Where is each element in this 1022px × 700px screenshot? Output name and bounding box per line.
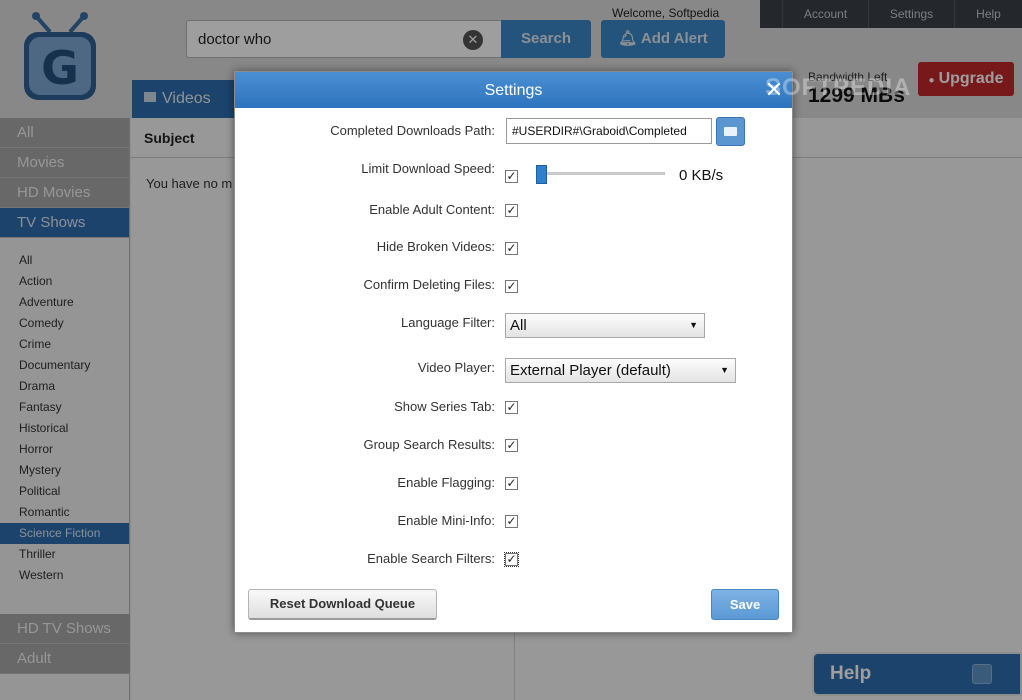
- adult-content-label: Enable Adult Content:: [369, 202, 495, 217]
- speed-slider-track[interactable]: [538, 172, 665, 175]
- mini-info-label: Enable Mini-Info:: [397, 513, 495, 528]
- chevron-down-icon: ▼: [720, 365, 729, 375]
- limit-speed-label: Limit Download Speed:: [361, 161, 495, 176]
- limit-speed-checkbox[interactable]: ✓: [505, 170, 518, 183]
- completed-path-input[interactable]: #USERDIR#\Graboid\Completed: [506, 118, 712, 144]
- watermark: SOFTPEDIA: [765, 74, 912, 101]
- close-icon[interactable]: ✕: [764, 79, 784, 101]
- search-filters-checkbox[interactable]: ✓: [504, 552, 519, 567]
- settings-dialog: Settings SOFTPEDIA ✕ Completed Downloads…: [234, 71, 910, 633]
- language-filter-label: Language Filter:: [401, 315, 495, 330]
- save-button[interactable]: Save: [711, 589, 779, 620]
- reset-download-queue-button[interactable]: Reset Download Queue: [248, 589, 437, 620]
- group-results-label: Group Search Results:: [363, 437, 495, 452]
- flagging-label: Enable Flagging:: [397, 475, 495, 490]
- confirm-delete-checkbox[interactable]: ✓: [505, 280, 518, 293]
- folder-icon: [724, 127, 737, 136]
- speed-slider-handle[interactable]: [536, 165, 547, 184]
- adult-content-checkbox[interactable]: ✓: [505, 204, 518, 217]
- video-player-select[interactable]: External Player (default) ▼: [505, 358, 736, 383]
- search-filters-label: Enable Search Filters:: [367, 551, 495, 566]
- series-tab-label: Show Series Tab:: [394, 399, 495, 414]
- hide-broken-label: Hide Broken Videos:: [376, 239, 495, 254]
- group-results-checkbox[interactable]: ✓: [505, 439, 518, 452]
- hide-broken-checkbox[interactable]: ✓: [505, 242, 518, 255]
- chevron-down-icon: ▼: [689, 320, 698, 330]
- language-filter-select[interactable]: All ▼: [505, 313, 705, 338]
- completed-path-label: Completed Downloads Path:: [330, 123, 495, 138]
- video-player-label: Video Player:: [417, 360, 495, 375]
- speed-value: 0 KB/s: [679, 167, 724, 184]
- flagging-checkbox[interactable]: ✓: [505, 477, 518, 490]
- language-filter-value: All: [510, 317, 527, 334]
- confirm-delete-label: Confirm Deleting Files:: [363, 277, 496, 292]
- dialog-title: Settings: [235, 72, 792, 108]
- video-player-value: External Player (default): [510, 362, 671, 379]
- mini-info-checkbox[interactable]: ✓: [505, 515, 518, 528]
- browse-folder-button[interactable]: [716, 117, 745, 146]
- series-tab-checkbox[interactable]: ✓: [505, 401, 518, 414]
